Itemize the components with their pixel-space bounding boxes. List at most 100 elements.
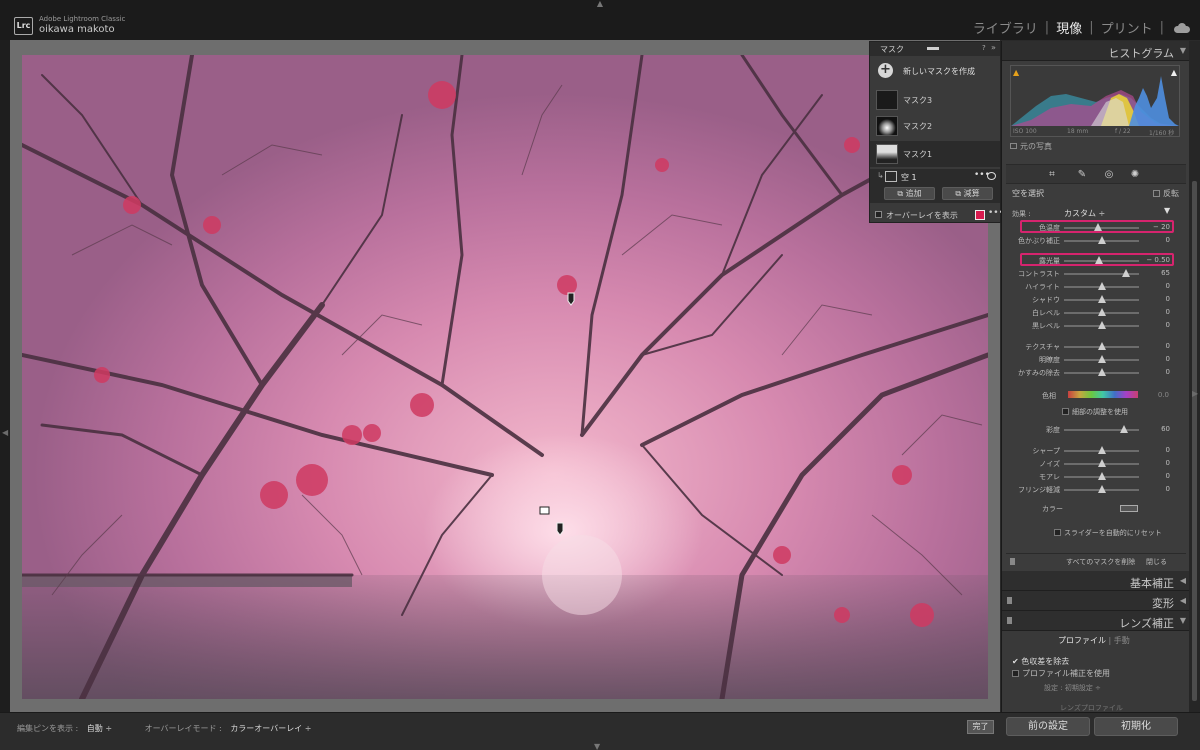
red-eye-icon[interactable]: ◎ <box>1103 169 1115 181</box>
subtract-button[interactable]: ⧉ 減算 <box>942 187 993 200</box>
slider-row[interactable]: 白レベル 0 <box>1002 307 1190 319</box>
slider-row[interactable]: 色かぶり補正 0 <box>1002 235 1190 247</box>
slider-thumb[interactable] <box>1097 295 1106 303</box>
slider-thumb[interactable] <box>1095 256 1104 264</box>
effect-collapse-icon[interactable]: ▼ <box>1164 206 1170 215</box>
mask-component-row[interactable]: ↳ 空 1 ••• <box>870 169 1000 185</box>
slider-row[interactable]: 色温度 − 20 <box>1002 222 1190 234</box>
slider-value[interactable]: 0 <box>1166 446 1170 454</box>
invert-checkbox[interactable] <box>1153 190 1160 197</box>
slider-row[interactable]: かすみの除去 0 <box>1002 367 1190 379</box>
healing-icon[interactable]: ✎ <box>1076 169 1088 181</box>
close-button[interactable]: 閉じる <box>1146 557 1167 567</box>
done-button[interactable]: 完了 <box>967 720 994 734</box>
mask-panel-header[interactable]: マスク ? » <box>870 42 1000 56</box>
color-swatch[interactable] <box>1120 505 1138 512</box>
slider-value[interactable]: 0 <box>1166 308 1170 316</box>
overlay-mode-dropdown[interactable]: カラーオーバーレイ ÷ <box>230 724 311 733</box>
slider-row[interactable]: テクスチャ 0 <box>1002 341 1190 353</box>
slider-thumb[interactable] <box>1097 368 1106 376</box>
slider-thumb[interactable] <box>1097 446 1106 454</box>
reset-button[interactable]: 初期化 <box>1094 717 1178 736</box>
slider-thumb[interactable] <box>1097 236 1106 244</box>
slider-thumb[interactable] <box>1120 425 1128 433</box>
hue-slider[interactable] <box>1068 391 1138 398</box>
expand-icon[interactable]: ◀ <box>1180 576 1186 585</box>
slider-value[interactable]: 0 <box>1166 472 1170 480</box>
slider-thumb[interactable] <box>1097 308 1106 316</box>
slider-thumb[interactable] <box>1097 321 1106 329</box>
panel-switch-icon[interactable] <box>1007 617 1012 624</box>
highlight-clipping-icon[interactable]: ▲ <box>1171 68 1177 77</box>
collapse-icon[interactable]: ▼ <box>1180 46 1186 55</box>
create-new-mask-row[interactable]: + 新しいマスクを作成 <box>870 59 1000 81</box>
overlay-color-swatch[interactable] <box>975 210 985 220</box>
original-photo-row[interactable]: 元の写真 <box>1010 141 1052 152</box>
fine-adjust-checkbox[interactable] <box>1062 408 1069 415</box>
eye-icon[interactable] <box>987 172 996 180</box>
slider-row[interactable]: 露光量 − 0.50 <box>1002 255 1190 267</box>
masking-icon[interactable]: ✺ <box>1129 169 1141 181</box>
slider-value[interactable]: 60 <box>1161 425 1170 433</box>
scrollbar-thumb[interactable] <box>1192 181 1197 701</box>
slider-value[interactable]: 0 <box>1166 368 1170 376</box>
slider-thumb[interactable] <box>1097 355 1106 363</box>
slider-row[interactable]: シャープ 0 <box>1002 445 1190 457</box>
slider-thumb[interactable] <box>1097 472 1106 480</box>
top-panel-toggle-icon[interactable]: ▲ <box>594 0 606 8</box>
slider-thumb[interactable] <box>1097 342 1106 350</box>
minimize-icon[interactable] <box>927 47 939 50</box>
fine-adjust-row[interactable]: 細部の調整を使用 <box>1062 407 1128 417</box>
check-icon[interactable]: ✔ <box>1012 657 1021 666</box>
slider-thumb[interactable] <box>1097 485 1106 493</box>
module-library[interactable]: ライブラリ <box>966 18 1045 37</box>
slider-value[interactable]: 65 <box>1161 269 1170 277</box>
basic-section-header[interactable]: 基本補正 ◀ <box>1002 571 1190 591</box>
transform-section-header[interactable]: 変形 ◀ <box>1002 591 1190 611</box>
shadow-clipping-icon[interactable]: ▲ <box>1013 68 1019 77</box>
delete-all-masks-button[interactable]: すべてのマスクを削除 <box>1066 557 1135 567</box>
slider-value[interactable]: 0 <box>1166 342 1170 350</box>
mask-row-3[interactable]: マスク3 <box>870 87 1000 113</box>
panel-switch-icon[interactable] <box>1007 597 1012 604</box>
auto-reset-row[interactable]: スライダーを自動的にリセット <box>1054 528 1162 538</box>
mask-row-1[interactable]: マスク1 <box>870 141 1000 167</box>
slider-thumb[interactable] <box>1097 282 1106 290</box>
help-icon[interactable]: ? <box>982 44 986 52</box>
previous-settings-button[interactable]: 前の設定 <box>1006 717 1090 736</box>
slider-value[interactable]: 0 <box>1166 459 1170 467</box>
slider-value[interactable]: 0 <box>1166 355 1170 363</box>
cloud-icon[interactable] <box>1174 22 1190 33</box>
right-panel-toggle-icon[interactable]: ▶ <box>1192 389 1198 398</box>
slider-row[interactable]: フリンジ軽減 0 <box>1002 484 1190 496</box>
bottom-panel-toggle-icon[interactable]: ▼ <box>594 742 600 750</box>
mask-row-2[interactable]: マスク2 <box>870 113 1000 139</box>
slider-thumb[interactable] <box>1097 459 1106 467</box>
slider-value[interactable]: 0 <box>1166 321 1170 329</box>
slider-value[interactable]: − 20 <box>1153 223 1170 231</box>
panel-switch-icon[interactable] <box>1010 558 1015 565</box>
slider-row[interactable]: モアレ 0 <box>1002 471 1190 483</box>
collapse-icon[interactable]: ▼ <box>1180 616 1186 625</box>
expand-icon[interactable]: » <box>991 43 996 52</box>
setting-dropdown[interactable]: 初期設定 ÷ <box>1065 684 1101 692</box>
slider-value[interactable]: 0 <box>1166 236 1170 244</box>
profile-correction-row[interactable]: プロファイル補正を使用 <box>1012 668 1110 679</box>
slider-row[interactable]: 明瞭度 0 <box>1002 354 1190 366</box>
plus-icon[interactable]: + <box>878 63 893 78</box>
slider-thumb[interactable] <box>1093 223 1102 231</box>
tab-profile[interactable]: プロファイル <box>1058 636 1106 645</box>
right-panel-scrollbar[interactable]: ▶ <box>1189 41 1200 712</box>
histogram[interactable]: ▲ ▲ ISO 100 18 mm f / 22 1/160 秒 <box>1010 65 1180 137</box>
original-photo-checkbox[interactable] <box>1010 143 1017 149</box>
slider-value[interactable]: 0 <box>1166 485 1170 493</box>
module-print[interactable]: プリント <box>1094 18 1160 37</box>
slider-row[interactable]: 彩度 60 <box>1002 424 1190 436</box>
slider-value[interactable]: 0 <box>1166 282 1170 290</box>
invert-row[interactable]: 反転 <box>1153 188 1179 199</box>
effect-preset-dropdown[interactable]: カスタム ÷ <box>1064 208 1105 219</box>
slider-row[interactable]: コントラスト 65 <box>1002 268 1190 280</box>
module-develop[interactable]: 現像 <box>1049 18 1089 37</box>
profile-correction-checkbox[interactable] <box>1012 670 1019 677</box>
slider-thumb[interactable] <box>1121 269 1130 277</box>
